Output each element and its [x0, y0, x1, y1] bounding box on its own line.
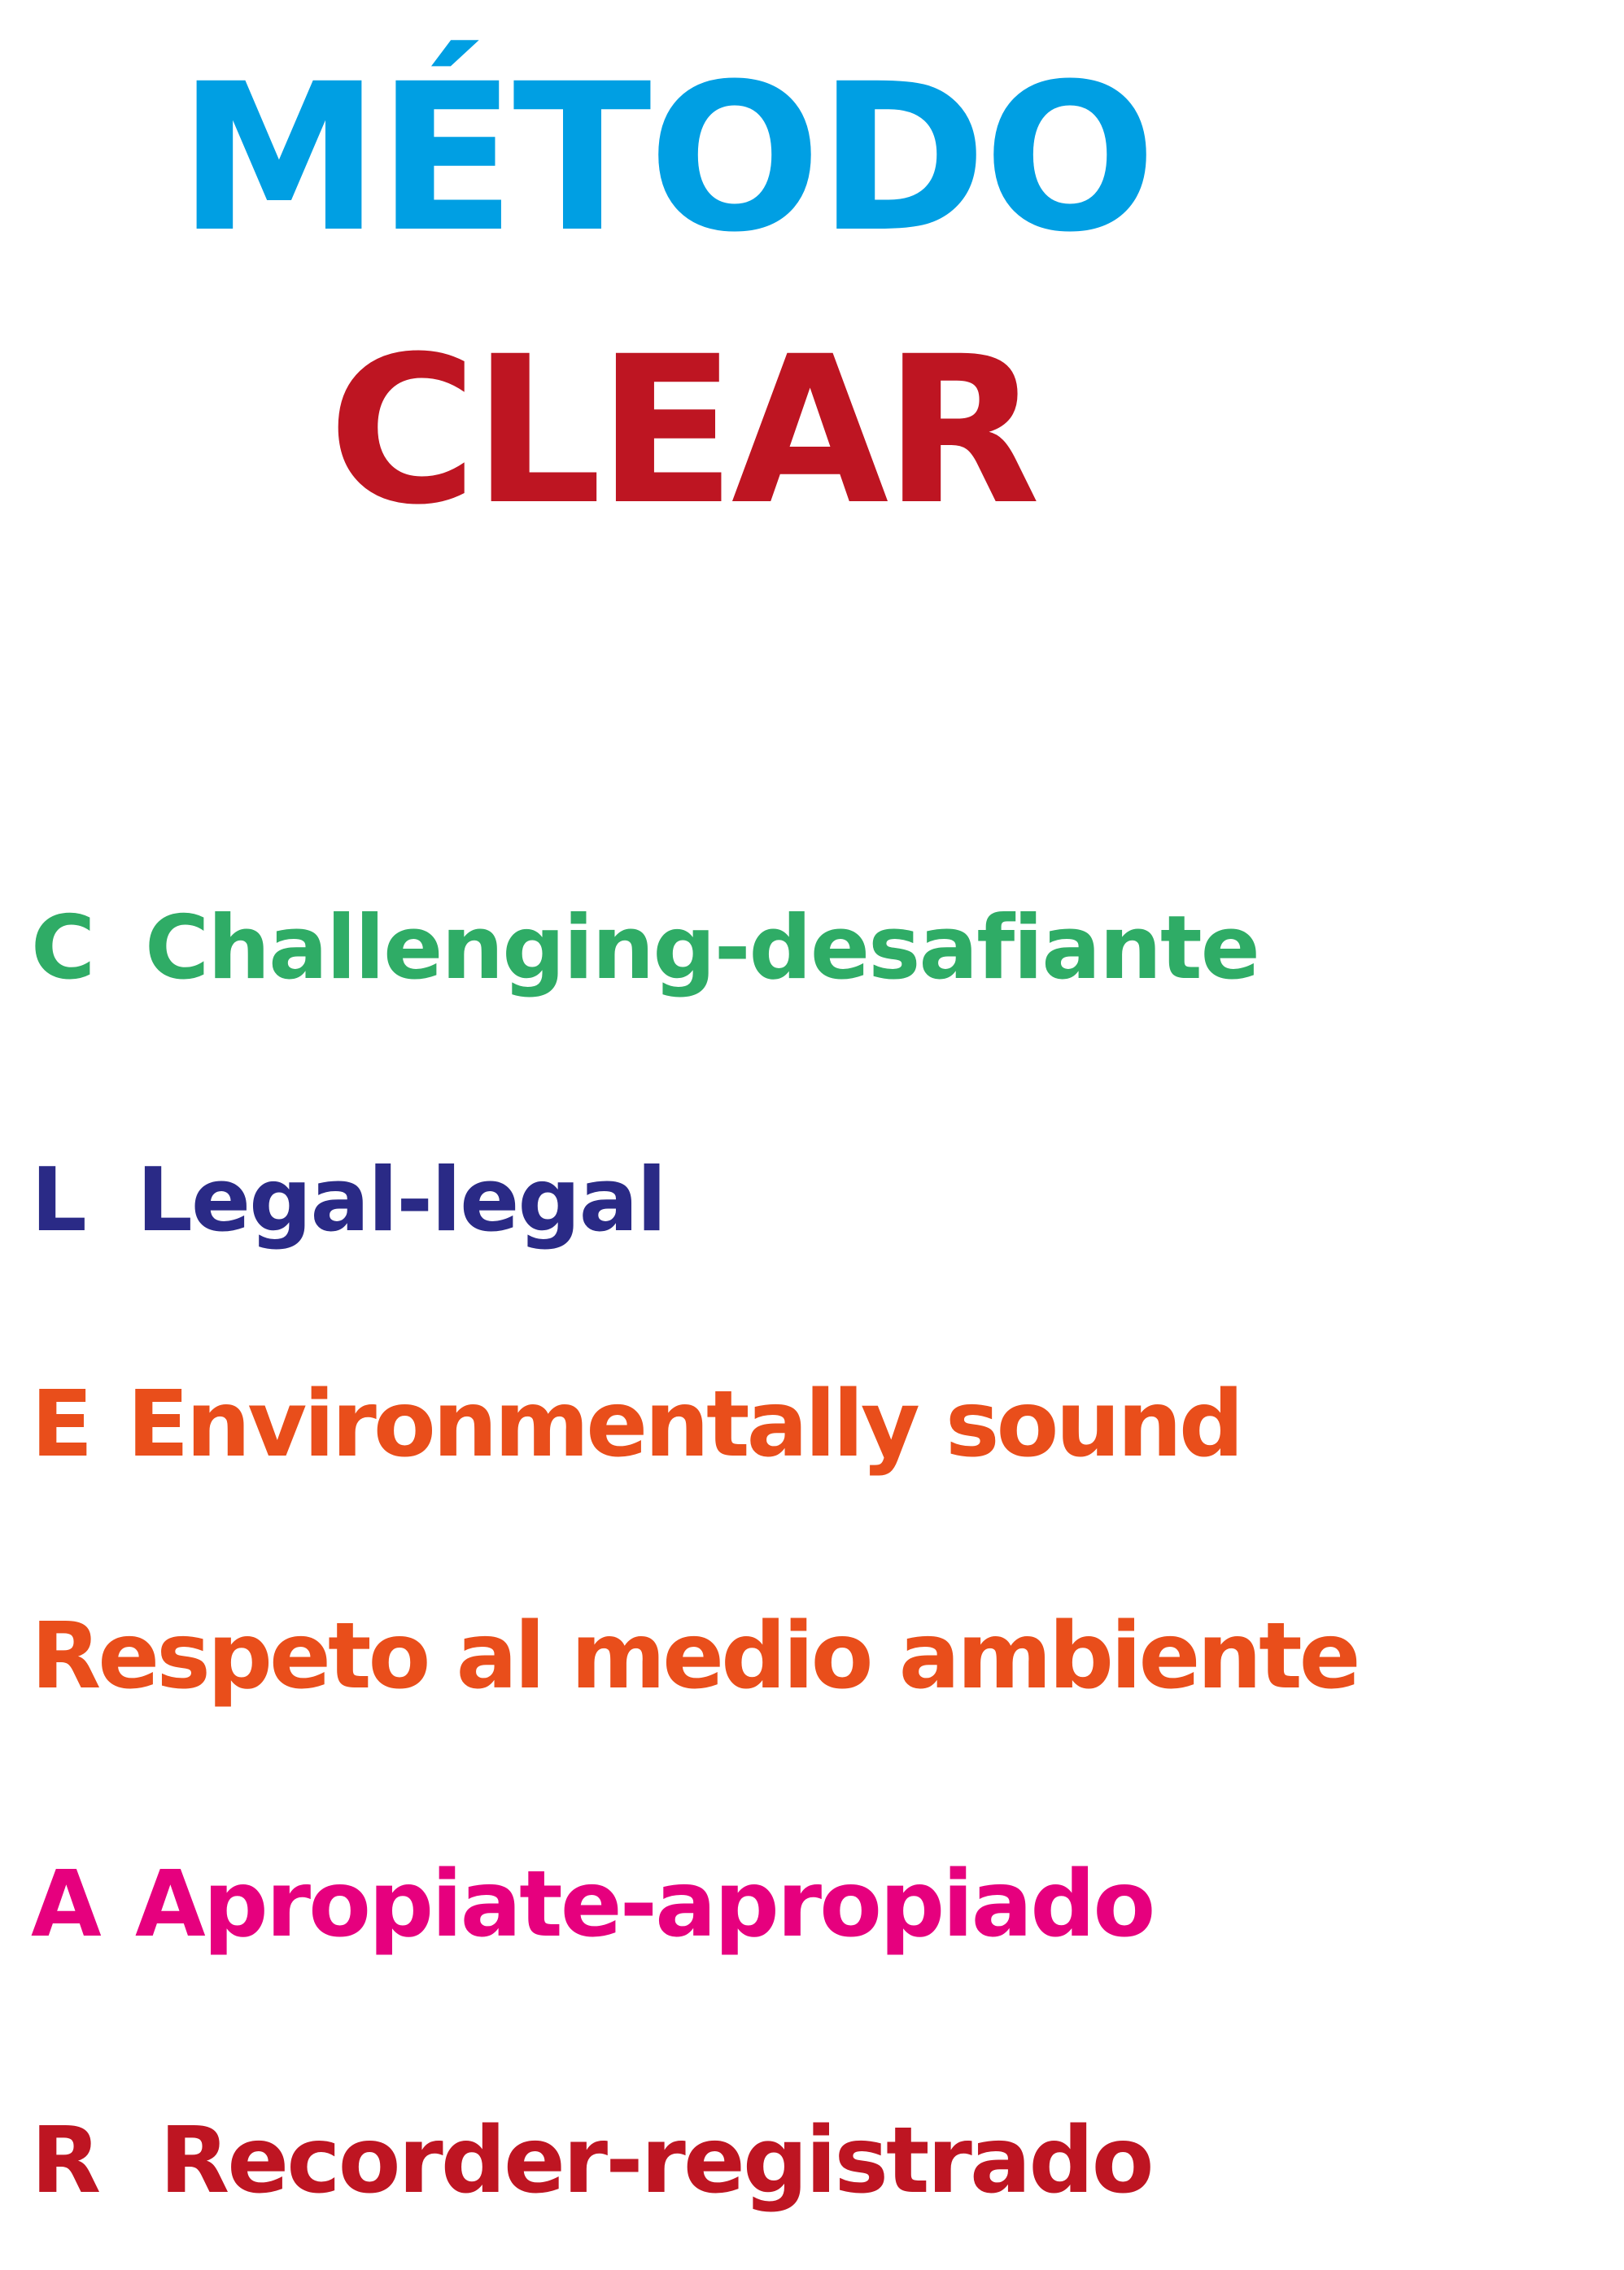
- item-letter-r: R: [31, 2108, 101, 2214]
- item-text-respeto: Respeto al medio ambiente: [31, 1604, 1361, 1709]
- item-letter-l: L: [31, 1150, 87, 1251]
- item-text-recorded: Recorder-registrado: [159, 2108, 1155, 2214]
- item-letter-a: A: [31, 1852, 102, 1958]
- item-letter-e: E: [31, 1372, 94, 1478]
- item-recorded: R Recorder-registrado: [31, 2108, 1155, 2214]
- title-metodo: MÉTODO: [177, 40, 1157, 277]
- item-environmental-translation: Respeto al medio ambiente: [31, 1611, 1361, 1702]
- title-clear: CLEAR: [328, 312, 1041, 549]
- item-legal: L Legal-legal: [31, 1150, 667, 1251]
- item-text-appropriate: Apropiate-apropiado: [135, 1852, 1155, 1958]
- item-text-environmental: Environmentally sound: [127, 1372, 1244, 1478]
- item-text-challenging: Challenging-desafiante: [145, 897, 1260, 999]
- item-environmental: E Environmentally sound: [31, 1372, 1244, 1478]
- item-text-legal: Legal-legal: [137, 1150, 667, 1251]
- item-challenging: C Challenging-desafiante: [31, 897, 1260, 999]
- item-letter-c: C: [31, 897, 95, 999]
- item-appropriate: A Apropiate-apropiado: [31, 1852, 1155, 1958]
